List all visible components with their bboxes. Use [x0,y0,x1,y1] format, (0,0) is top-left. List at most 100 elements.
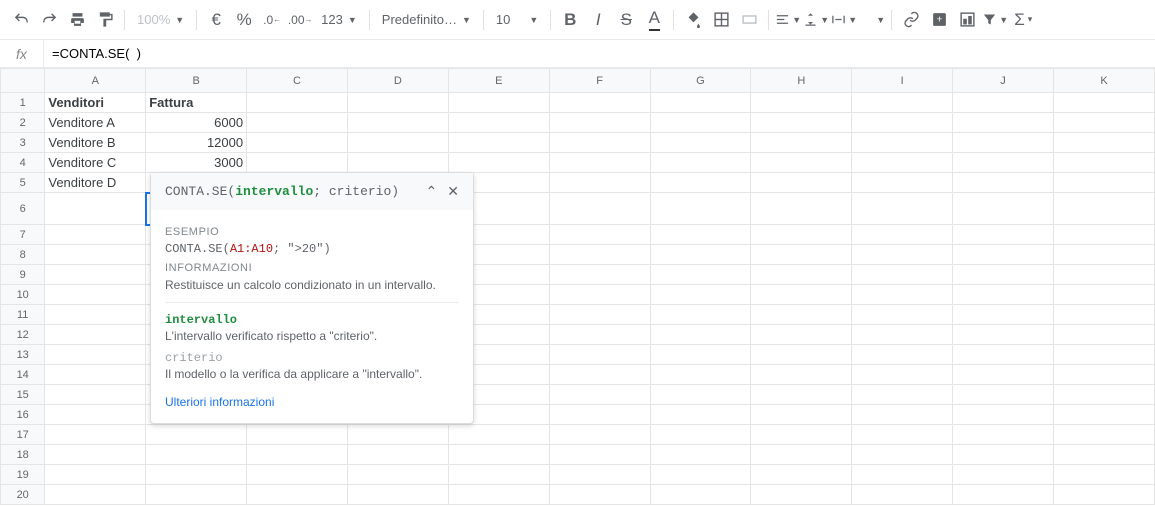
cell-B17[interactable] [146,425,247,445]
cell-K8[interactable] [1053,245,1154,265]
cell-C2[interactable] [247,113,348,133]
cell-F2[interactable] [549,113,650,133]
cell-I16[interactable] [852,405,953,425]
h-align-button[interactable]: ▼ [775,7,801,33]
cell-J8[interactable] [953,245,1054,265]
col-header-F[interactable]: F [549,69,650,93]
cell-A6[interactable] [45,193,146,225]
cell-A17[interactable] [45,425,146,445]
cell-H14[interactable] [751,365,852,385]
filter-button[interactable]: ▼ [982,7,1008,33]
merge-button[interactable] [736,7,762,33]
rotate-button[interactable]: ▼ [859,7,885,33]
cell-C19[interactable] [247,465,348,485]
cell-H4[interactable] [751,153,852,173]
col-header-J[interactable]: J [953,69,1054,93]
chart-button[interactable] [954,7,980,33]
redo-button[interactable] [36,7,62,33]
cell-A18[interactable] [45,445,146,465]
row-header-11[interactable]: 11 [1,305,45,325]
cell-F11[interactable] [549,305,650,325]
font-dropdown[interactable]: Predefinito…▼ [376,12,477,27]
col-header-I[interactable]: I [852,69,953,93]
cell-J6[interactable] [953,193,1054,225]
cell-G18[interactable] [650,445,751,465]
row-header-20[interactable]: 20 [1,485,45,505]
tooltip-collapse-icon[interactable]: ⌃ [426,183,438,200]
cell-E18[interactable] [448,445,549,465]
comment-button[interactable]: + [926,7,952,33]
cell-I5[interactable] [852,173,953,193]
cell-C4[interactable] [247,153,348,173]
cell-J19[interactable] [953,465,1054,485]
formula-input[interactable] [44,40,1155,67]
cell-J15[interactable] [953,385,1054,405]
cell-B1[interactable]: Fattura [146,93,247,113]
cell-J7[interactable] [953,225,1054,245]
cell-D2[interactable] [347,113,448,133]
print-button[interactable] [64,7,90,33]
col-header-H[interactable]: H [751,69,852,93]
cell-I13[interactable] [852,345,953,365]
cell-I7[interactable] [852,225,953,245]
row-header-10[interactable]: 10 [1,285,45,305]
cell-F4[interactable] [549,153,650,173]
cell-K1[interactable] [1053,93,1154,113]
cell-G19[interactable] [650,465,751,485]
cell-G1[interactable] [650,93,751,113]
cell-F20[interactable] [549,485,650,505]
cell-F6[interactable] [549,193,650,225]
cell-B3[interactable]: 12000 [146,133,247,153]
cell-J5[interactable] [953,173,1054,193]
text-color-button[interactable]: A [641,7,667,33]
cell-F19[interactable] [549,465,650,485]
increase-decimal-button[interactable]: .00→ [287,7,313,33]
cell-E17[interactable] [448,425,549,445]
cell-A7[interactable] [45,225,146,245]
cell-K5[interactable] [1053,173,1154,193]
cell-I12[interactable] [852,325,953,345]
cell-A8[interactable] [45,245,146,265]
cell-J11[interactable] [953,305,1054,325]
cell-K19[interactable] [1053,465,1154,485]
cell-F15[interactable] [549,385,650,405]
cell-D20[interactable] [347,485,448,505]
row-header-9[interactable]: 9 [1,265,45,285]
cell-J9[interactable] [953,265,1054,285]
cell-G4[interactable] [650,153,751,173]
strike-button[interactable]: S [613,7,639,33]
cell-K10[interactable] [1053,285,1154,305]
row-header-4[interactable]: 4 [1,153,45,173]
row-header-14[interactable]: 14 [1,365,45,385]
row-header-12[interactable]: 12 [1,325,45,345]
cell-F18[interactable] [549,445,650,465]
cell-F3[interactable] [549,133,650,153]
cell-E1[interactable] [448,93,549,113]
row-header-13[interactable]: 13 [1,345,45,365]
cell-D3[interactable] [347,133,448,153]
cell-G11[interactable] [650,305,751,325]
cell-G14[interactable] [650,365,751,385]
cell-F14[interactable] [549,365,650,385]
cell-H3[interactable] [751,133,852,153]
cell-H20[interactable] [751,485,852,505]
cell-A20[interactable] [45,485,146,505]
font-size-dropdown[interactable]: 10▼ [490,12,544,27]
cell-J1[interactable] [953,93,1054,113]
cell-E19[interactable] [448,465,549,485]
cell-K14[interactable] [1053,365,1154,385]
cell-G12[interactable] [650,325,751,345]
cell-H19[interactable] [751,465,852,485]
undo-button[interactable] [8,7,34,33]
row-header-6[interactable]: 6 [1,193,45,225]
cell-K2[interactable] [1053,113,1154,133]
cell-H6[interactable] [751,193,852,225]
cell-A10[interactable] [45,285,146,305]
cell-I14[interactable] [852,365,953,385]
cell-A15[interactable] [45,385,146,405]
cell-H17[interactable] [751,425,852,445]
cell-J13[interactable] [953,345,1054,365]
cell-K13[interactable] [1053,345,1154,365]
italic-button[interactable]: I [585,7,611,33]
cell-H5[interactable] [751,173,852,193]
